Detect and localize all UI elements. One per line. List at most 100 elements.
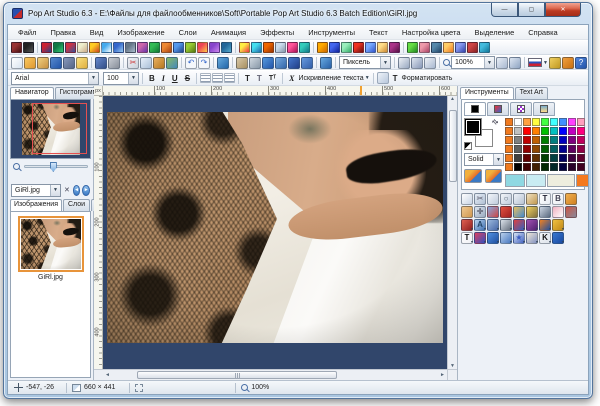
- eyedropper-tool[interactable]: [487, 206, 499, 218]
- zoom-slider[interactable]: [24, 165, 88, 168]
- tab-navigator[interactable]: Навигатор: [10, 87, 54, 99]
- tool-dropdown-icon[interactable]: ▾: [484, 227, 486, 231]
- effect-grid-red-icon[interactable]: [11, 42, 22, 53]
- tool-dropdown-icon[interactable]: ▾: [536, 240, 538, 244]
- pen-tool[interactable]: [526, 193, 538, 205]
- effect-azure-icon[interactable]: [173, 42, 184, 53]
- menu-item[interactable]: Инструменты: [301, 26, 362, 39]
- ellipse-select-tool[interactable]: ○: [500, 193, 512, 205]
- chevron-down-icon[interactable]: ▼: [380, 57, 390, 68]
- palette-swatch[interactable]: [559, 154, 567, 162]
- palette-swatch[interactable]: [550, 136, 558, 144]
- tool-dropdown-icon[interactable]: ▾: [562, 240, 564, 244]
- palette-accent-swatch[interactable]: [505, 136, 513, 144]
- rect-select-tool[interactable]: [461, 193, 473, 205]
- palette-swatch[interactable]: [532, 118, 540, 126]
- bold-button[interactable]: B: [146, 74, 158, 83]
- palette-swatch[interactable]: [559, 136, 567, 144]
- paste-icon[interactable]: [153, 57, 165, 69]
- new-file-icon[interactable]: [11, 57, 23, 69]
- cut-select-tool[interactable]: ✂: [474, 193, 486, 205]
- scroll-up-icon[interactable]: ▲: [450, 96, 455, 102]
- palette-button[interactable]: [464, 169, 482, 183]
- redo-icon[interactable]: ↷: [198, 57, 210, 69]
- chevron-down-icon[interactable]: ▼: [484, 57, 494, 68]
- effect-periwinkle-icon[interactable]: [365, 42, 376, 53]
- key-icon[interactable]: [549, 57, 561, 69]
- palette-swatch[interactable]: [577, 163, 585, 171]
- airbrush-tool[interactable]: ▾: [461, 219, 473, 231]
- save-all-icon[interactable]: [63, 57, 75, 69]
- menu-item[interactable]: Текст: [362, 26, 395, 39]
- zoom-tool[interactable]: ▾: [500, 219, 512, 231]
- user-icon[interactable]: [50, 57, 62, 69]
- save-icon[interactable]: [95, 57, 107, 69]
- tab-tools[interactable]: Инструменты: [460, 87, 514, 99]
- effect-purple-icon[interactable]: [209, 42, 220, 53]
- tool-dropdown-icon[interactable]: ▾: [497, 227, 499, 231]
- palette-swatch[interactable]: [550, 127, 558, 135]
- effect-paper-icon[interactable]: [275, 42, 286, 53]
- palette-swatch[interactable]: [568, 154, 576, 162]
- open-folder-icon[interactable]: [24, 57, 36, 69]
- palette-swatch[interactable]: [568, 163, 576, 171]
- palette-accent-swatch[interactable]: [505, 118, 513, 126]
- effect-lime-icon[interactable]: [185, 42, 196, 53]
- grid-icon[interactable]: [398, 57, 410, 69]
- menu-item[interactable]: Слои: [172, 26, 204, 39]
- tool-dropdown-icon[interactable]: ▾: [471, 227, 473, 231]
- pencil-tool[interactable]: [526, 206, 538, 218]
- effect-popart-2-icon[interactable]: [53, 42, 64, 53]
- move-tool[interactable]: ✛: [474, 206, 486, 218]
- fit-window-icon[interactable]: [509, 57, 521, 69]
- effect-sand-icon[interactable]: [377, 42, 388, 53]
- undo-icon[interactable]: ↶: [185, 57, 197, 69]
- navigator-viewport-rect[interactable]: [32, 103, 87, 154]
- effect-flag-norway-icon[interactable]: [65, 42, 76, 53]
- palette-swatch[interactable]: [514, 154, 522, 162]
- palette-swatch[interactable]: [514, 163, 522, 171]
- menu-item[interactable]: Эффекты: [253, 26, 301, 39]
- frame-image-tool[interactable]: ▾: [526, 232, 538, 244]
- grid-snap-icon[interactable]: [411, 57, 423, 69]
- palette-swatch[interactable]: [523, 163, 531, 171]
- warp-label[interactable]: Искривление текста: [298, 75, 363, 82]
- palette-swatch[interactable]: [568, 145, 576, 153]
- effect-warhol-icon[interactable]: [89, 42, 100, 53]
- palette-swatch[interactable]: [577, 136, 585, 144]
- palette-swatch[interactable]: [541, 118, 549, 126]
- effect-frame-light-icon[interactable]: [77, 42, 88, 53]
- swap-colors-icon[interactable]: ⇄: [490, 117, 500, 127]
- palette-swatch[interactable]: [577, 154, 585, 162]
- prev-image-button[interactable]: ◄: [73, 185, 81, 196]
- fill-square-tool[interactable]: ▾: [487, 232, 499, 244]
- cut-icon[interactable]: ✂: [127, 57, 139, 69]
- polygon-tool[interactable]: ▾: [552, 232, 564, 244]
- zoom-out-icon[interactable]: [443, 59, 450, 66]
- palette-swatch[interactable]: [550, 145, 558, 153]
- tool-dropdown-icon[interactable]: ▾: [536, 227, 538, 231]
- print-icon[interactable]: [108, 57, 120, 69]
- transform-k-tool[interactable]: K▾: [539, 232, 551, 244]
- flip-icon[interactable]: [275, 57, 287, 69]
- palette-swatch[interactable]: [523, 118, 531, 126]
- tab-solid-fill[interactable]: [464, 102, 486, 116]
- shape-text-tool[interactable]: B: [552, 193, 564, 205]
- strikethrough-button[interactable]: S: [182, 74, 193, 83]
- palette-swatch[interactable]: [514, 127, 522, 135]
- effect-steel-icon[interactable]: [221, 42, 232, 53]
- underline-button[interactable]: U: [169, 74, 181, 83]
- search-icon[interactable]: [562, 57, 574, 69]
- history-icon[interactable]: [217, 57, 229, 69]
- chevron-down-icon[interactable]: ▼: [88, 73, 98, 84]
- menu-item[interactable]: Изображение: [110, 26, 171, 39]
- tool-dropdown-icon[interactable]: ▾: [484, 240, 486, 244]
- palette-swatch[interactable]: [577, 118, 585, 126]
- format-t-icon[interactable]: T: [390, 74, 401, 83]
- palette-swatch[interactable]: [532, 136, 540, 144]
- effect-cobalt-icon[interactable]: [455, 42, 466, 53]
- palette-swatch[interactable]: [559, 127, 567, 135]
- paste-new-icon[interactable]: [236, 57, 248, 69]
- zoom-combo[interactable]: 100% ▼: [451, 56, 495, 69]
- text-t-tool[interactable]: T▾: [461, 232, 473, 244]
